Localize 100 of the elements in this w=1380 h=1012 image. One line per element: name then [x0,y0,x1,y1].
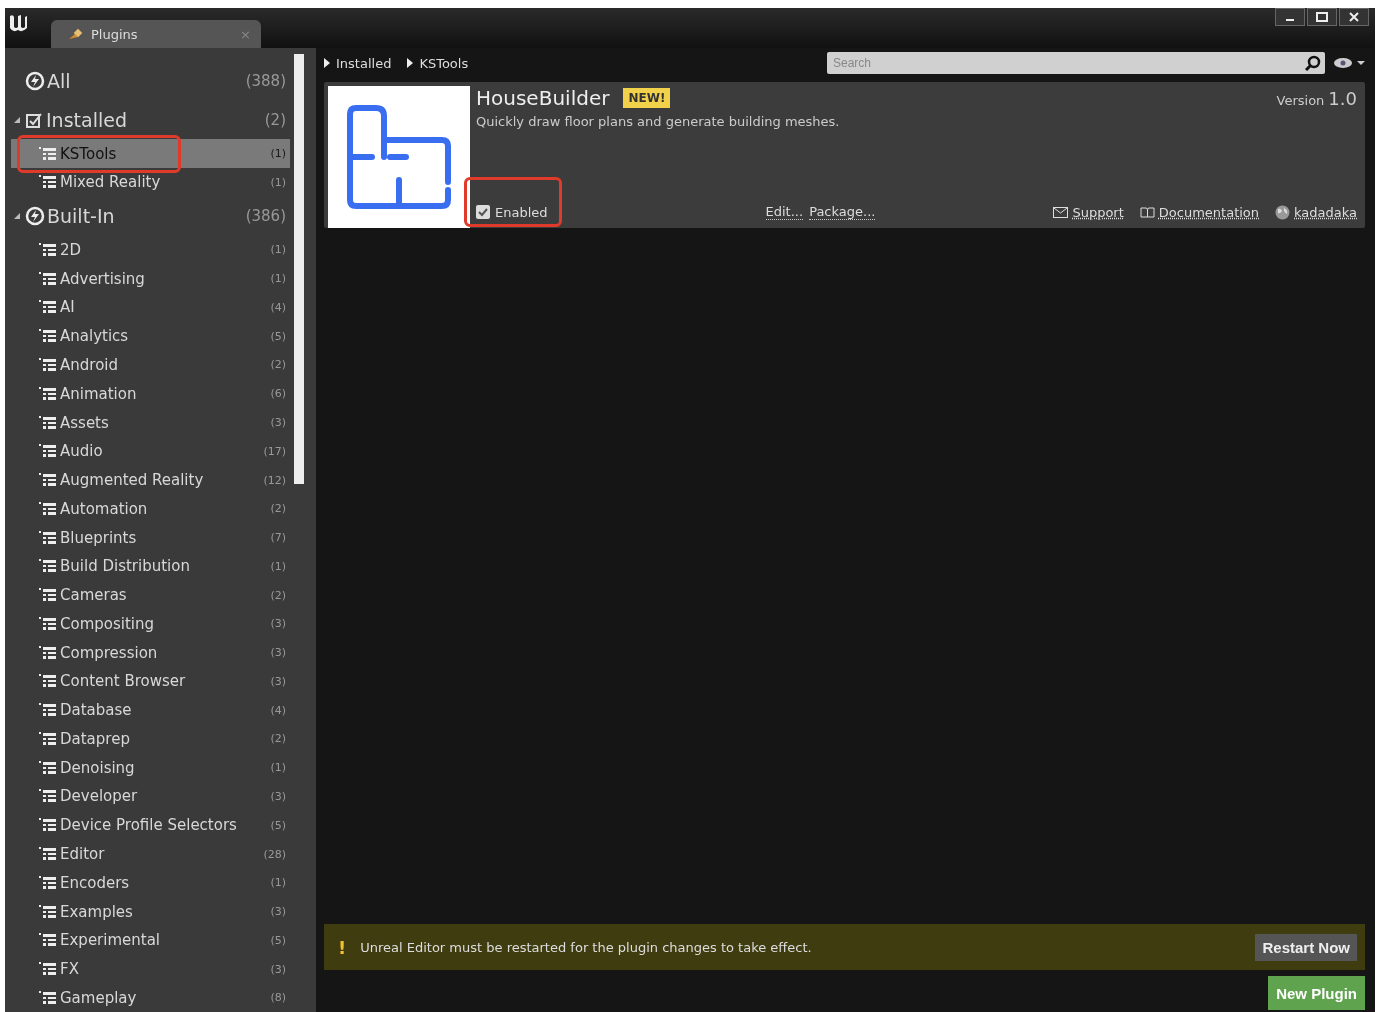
list-icon [39,990,57,1005]
category-item[interactable]: Augmented Reality (12) [11,465,290,495]
list-icon [39,415,57,430]
maximize-icon [1316,12,1328,22]
arrow-icon [324,58,330,68]
list-icon [39,703,57,718]
category-item[interactable]: 2D (1) [11,235,290,265]
expand-arrow-icon [13,212,21,221]
category-item[interactable]: Animation (6) [11,379,290,409]
list-icon [39,473,57,488]
list-icon [39,962,57,977]
checkbox-label: Enabled [495,204,548,220]
close-icon [1349,12,1359,22]
list-icon [39,731,57,746]
restart-button[interactable]: Restart Now [1255,933,1357,961]
list-icon [39,300,57,315]
category-item[interactable]: Cameras (2) [11,580,290,610]
category-item[interactable]: Analytics (5) [11,321,290,351]
expand-arrow-icon [13,116,21,124]
minimize-icon [1286,19,1294,21]
category-item[interactable]: KSTools (1) [11,139,290,169]
category-item[interactable]: Build Distribution (1) [11,551,290,581]
list-icon [39,645,57,660]
plugin-description: Quickly draw floor plans and generate building meshes. [476,114,841,129]
list-icon [39,847,57,861]
list-icon [39,271,57,286]
floor-plan-icon [344,102,454,212]
category-item[interactable]: Compression (3) [11,638,290,668]
list-icon [39,933,57,948]
breadcrumb-item[interactable]: Installed [336,55,392,71]
list-icon [39,358,57,372]
category-item[interactable]: Encoders (1) [11,868,290,898]
search-input[interactable]: Search [831,55,1305,71]
category-group[interactable]: Built-In (386) [11,196,290,236]
list-icon [39,674,57,689]
category-item[interactable]: Examples (3) [11,897,290,926]
category-item[interactable]: AI (4) [11,293,290,322]
category-item[interactable]: Advertising (1) [11,264,290,294]
category-item[interactable]: Gameplay (8) [11,983,290,1012]
action-link[interactable]: Package... [809,204,876,220]
warning-icon: ! [338,936,347,958]
logo-icon [7,12,29,34]
search-field[interactable]: Search [827,52,1325,74]
category-item[interactable]: Experimental (5) [11,925,290,955]
category-item[interactable]: FX (3) [11,954,290,984]
category-item[interactable]: Developer (3) [11,782,290,811]
plugin-link[interactable]: Support [1053,204,1124,220]
list-icon [39,818,57,833]
list-icon [39,242,57,257]
list-icon [39,616,57,631]
notice-message: Unreal Editor must be restarted for the plugin changes to take effect. [360,939,812,955]
minimize-button[interactable] [1275,8,1305,26]
list-icon [39,501,57,516]
category-item[interactable]: Assets (3) [11,408,290,437]
category-item[interactable]: Compositing (3) [11,609,290,639]
category-item[interactable]: Denoising (1) [11,753,290,783]
list-icon [39,904,57,919]
list-icon [39,386,57,401]
list-icon [39,760,57,775]
enabled-checkbox[interactable] [476,205,490,219]
book-icon [1139,206,1155,218]
list-icon [39,146,57,161]
category-item[interactable]: Editor (28) [11,839,290,869]
list-icon [39,789,57,804]
list-icon [39,559,57,574]
scrollbar[interactable] [294,54,304,484]
category-item[interactable]: Automation (2) [11,494,290,524]
mail-icon [1053,206,1069,218]
search-icon [1305,55,1321,71]
category-item[interactable]: Dataprep (2) [11,724,290,754]
tab-title: Plugins [91,26,138,42]
arrow-icon [407,58,414,68]
category-item[interactable]: Database (4) [11,695,290,725]
list-icon [39,530,57,545]
checked-box-icon [25,111,43,129]
list-icon [39,588,57,603]
close-window-button[interactable] [1339,8,1369,26]
category-item[interactable]: Mixed Reality (1) [11,168,290,197]
category-item[interactable]: Android (2) [11,350,290,380]
version-label: Version [1276,92,1325,108]
list-icon [39,875,57,890]
category-group[interactable]: Installed (2) [11,100,290,140]
category-item[interactable]: All (388) [11,62,290,101]
category-item[interactable]: Content Browser (3) [11,667,290,696]
breadcrumb-item[interactable]: KSTools [419,55,469,71]
maximize-button[interactable] [1307,8,1337,26]
globe-icon [1275,204,1291,220]
new-badge: NEW! [623,88,671,108]
action-link[interactable]: Edit... [765,204,804,220]
eye-icon[interactable] [1333,56,1365,70]
plugin-link[interactable]: Documentation [1139,204,1260,220]
plugin-link[interactable]: kadadaka [1275,204,1357,220]
list-icon [39,444,57,459]
category-item[interactable]: Device Profile Selectors (5) [11,810,290,840]
list-icon [39,175,57,190]
category-item[interactable]: Audio (17) [11,436,290,466]
category-item[interactable]: Blueprints (7) [11,523,290,552]
list-icon [39,329,57,344]
plugins-tab[interactable]: Plugins × [51,20,261,48]
plugin-name: HouseBuilder [476,86,610,110]
